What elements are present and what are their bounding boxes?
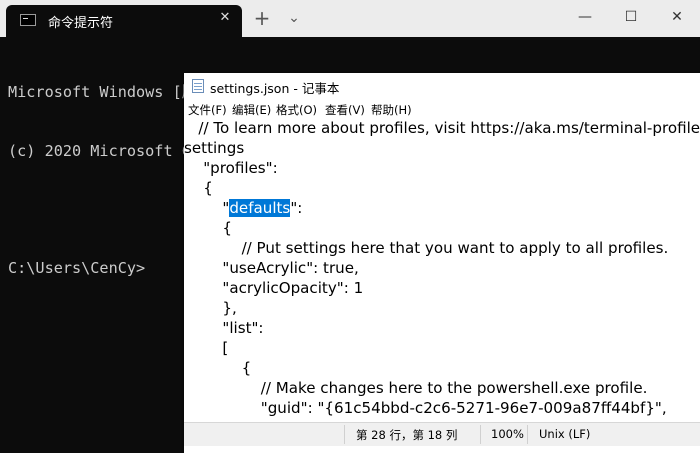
editor-line: [ — [184, 339, 229, 357]
editor-line: }, — [184, 299, 237, 317]
terminal-titlebar: 命令提示符 ✕ + ⌄ — ☐ ✕ — [0, 0, 700, 37]
terminal-icon — [20, 14, 36, 26]
new-tab-button[interactable]: + — [252, 6, 272, 30]
tab-command-prompt[interactable]: 命令提示符 ✕ — [6, 5, 242, 37]
status-divider — [527, 425, 528, 444]
tab-dropdown-icon[interactable]: ⌄ — [284, 6, 304, 30]
editor-line: settings — [184, 139, 245, 157]
menu-file[interactable]: 文件(F) — [188, 102, 227, 118]
minimize-button[interactable]: — — [562, 0, 608, 37]
editor-line: // To learn more about profiles, visit h… — [184, 119, 700, 137]
zoom-level: 100% — [491, 427, 524, 441]
notepad-statusbar: 第 28 行，第 18 列 100% Unix (LF) — [184, 422, 700, 446]
status-divider — [344, 425, 345, 444]
editor-line: "list": — [184, 319, 264, 337]
editor-line: "acrylicOpacity": 1 — [184, 279, 364, 297]
tab-title: 命令提示符 — [48, 16, 114, 31]
menu-view[interactable]: 查看(V) — [325, 102, 365, 118]
cursor-position: 第 28 行，第 18 列 — [356, 428, 458, 442]
notepad-window: settings.json - 记事本 文件(F) 编辑(E) 格式(O) 查看… — [184, 73, 700, 453]
editor-text: " — [184, 199, 230, 217]
maximize-button[interactable]: ☐ — [608, 0, 654, 37]
tab-close-icon[interactable]: ✕ — [216, 9, 234, 27]
notepad-menubar: 文件(F) 编辑(E) 格式(O) 查看(V) 帮助(H) — [184, 99, 700, 119]
editor-line: { — [184, 359, 252, 377]
notepad-editor[interactable]: // To learn more about profiles, visit h… — [184, 119, 700, 443]
close-button[interactable]: ✕ — [654, 0, 700, 37]
editor-line: // Put settings here that you want to ap… — [184, 239, 669, 257]
notepad-titlebar[interactable]: settings.json - 记事本 — [184, 73, 700, 99]
selected-text: defaults — [229, 199, 291, 217]
editor-line: // Make changes here to the powershell.e… — [184, 379, 648, 397]
editor-line: "guid": "{61c54bbd-c2c6-5271-96e7-009a87… — [184, 399, 667, 417]
editor-text: ": — [290, 199, 303, 217]
notepad-title: settings.json - 记事本 — [210, 81, 340, 96]
notepad-icon — [192, 79, 204, 93]
status-divider — [480, 425, 481, 444]
editor-line: "profiles": — [184, 159, 278, 177]
menu-format[interactable]: 格式(O) — [276, 102, 317, 118]
menu-edit[interactable]: 编辑(E) — [232, 102, 271, 118]
editor-line: { — [184, 219, 232, 237]
editor-line-selection: "defaults": — [184, 199, 302, 217]
menu-help[interactable]: 帮助(H) — [371, 102, 412, 118]
editor-line: { — [184, 179, 213, 197]
line-ending: Unix (LF) — [539, 427, 591, 441]
editor-line: "useAcrylic": true, — [184, 259, 359, 277]
